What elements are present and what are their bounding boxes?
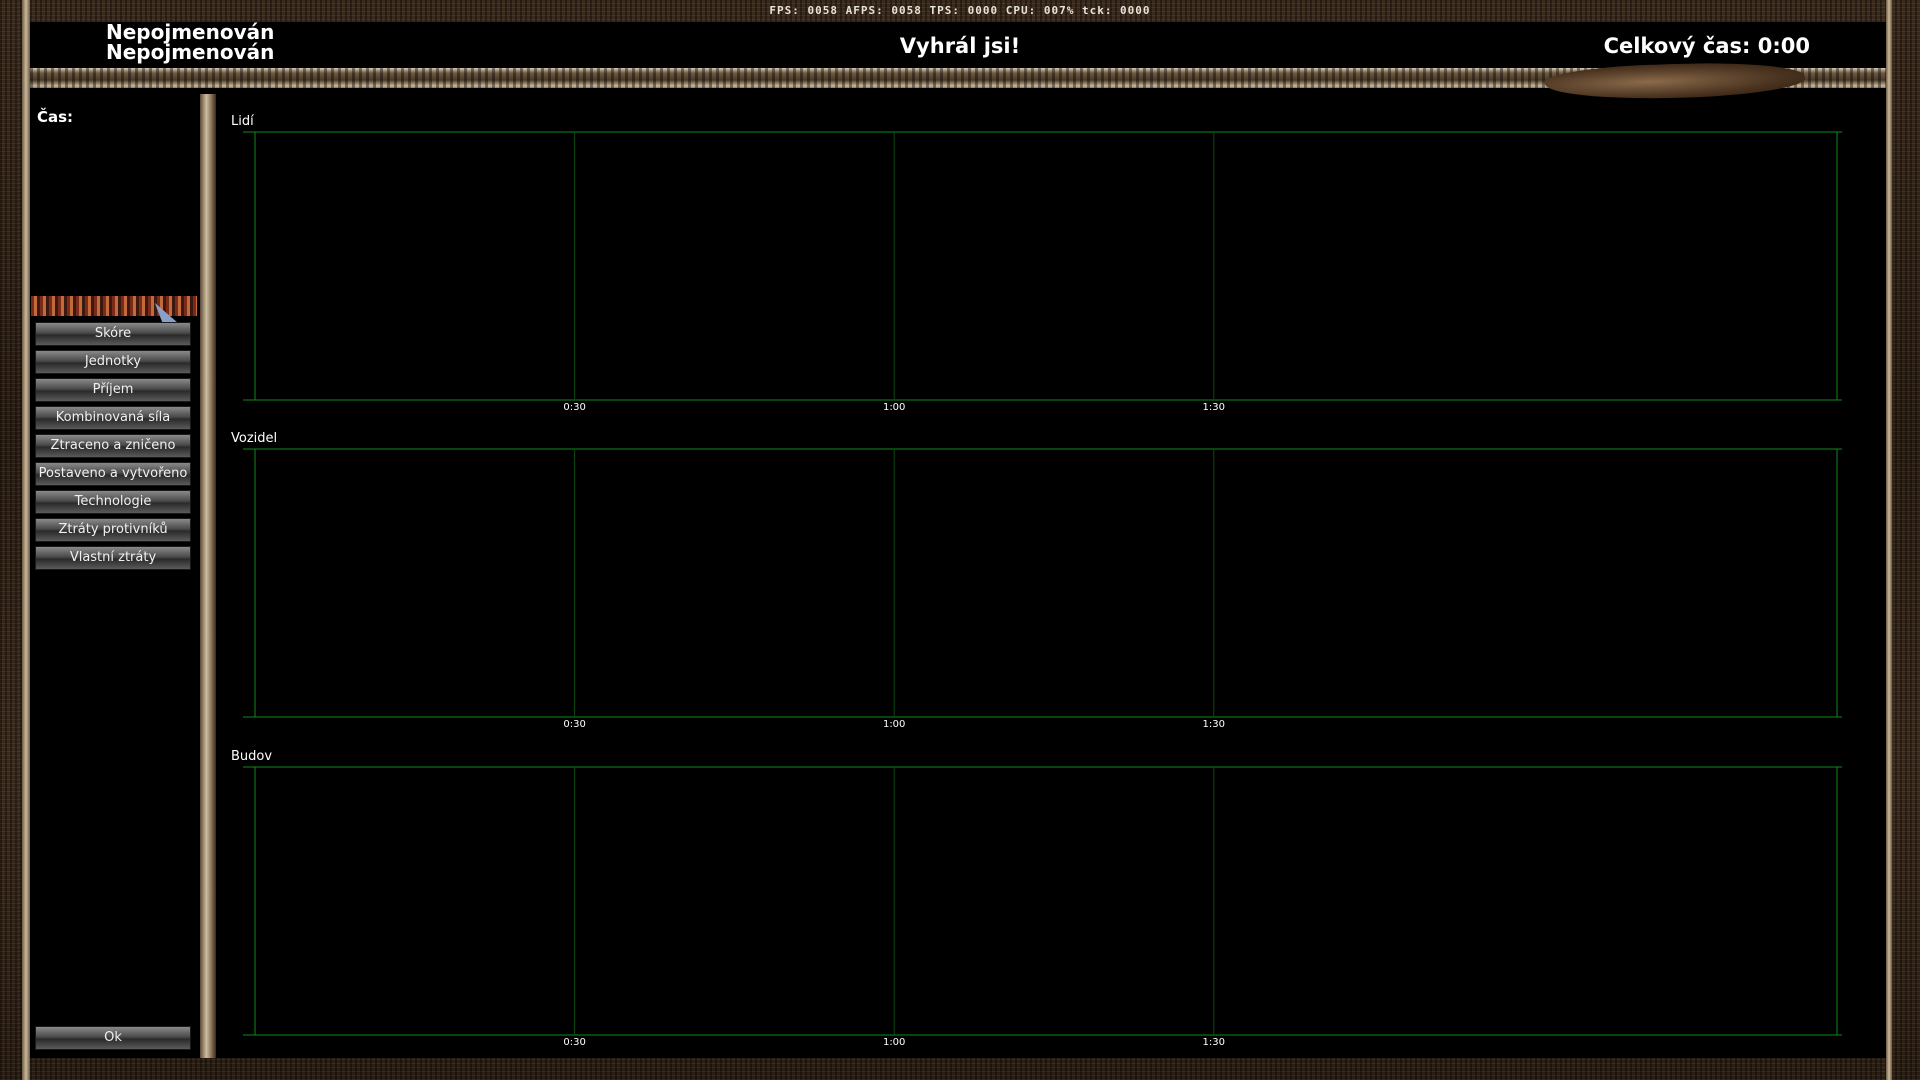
total-time: Celkový čas: 0:00 [1603,34,1810,58]
menu-button-enemy-losses[interactable]: Ztráty protivníků [35,518,191,542]
x-tick-label: 0:30 [563,1037,585,1048]
stats-menu: Skóre Jednotky Příjem Kombinovaná síla Z… [35,322,191,574]
graph-vehicles: Vozidel 0:30 1:00 1:30 [230,431,1846,731]
menu-button-combined-strength[interactable]: Kombinovaná síla [35,406,191,430]
menu-button-own-losses[interactable]: Vlastní ztráty [35,546,191,570]
menu-button-score[interactable]: Skóre [35,322,191,346]
x-tick-label: 1:00 [883,719,905,730]
x-tick-label: 1:00 [883,1037,905,1048]
ok-button[interactable]: Ok [35,1026,191,1050]
x-tick-label: 1:30 [1203,402,1225,413]
menu-button-built-created[interactable]: Postaveno a vytvořeno [35,462,191,486]
frame-edge-right [1886,0,1892,1080]
menu-button-units[interactable]: Jednotky [35,350,191,374]
menu-button-lost-destroyed[interactable]: Ztraceno a zničeno [35,434,191,458]
frame-edge-left [22,0,30,1080]
sidebar-divider [200,94,216,1058]
x-tick-label: 1:30 [1203,1037,1225,1048]
menu-button-technology[interactable]: Technologie [35,490,191,514]
graph-vehicles-svg: 0:30 1:00 1:30 [243,448,1842,730]
graph-buildings-svg: 0:30 1:00 1:30 [243,766,1842,1048]
menu-button-income[interactable]: Příjem [35,378,191,402]
x-tick-label: 1:30 [1203,719,1225,730]
fps-readout: FPS: 0058 AFPS: 0058 TPS: 0000 CPU: 007%… [769,4,1151,17]
graph-people: Lidí 0:30 1:00 1:30 [230,114,1846,414]
graph-people-svg: 0:30 1:00 1:30 [243,131,1842,413]
graph-buildings: Budov 0:30 1:00 1:30 [230,749,1846,1049]
x-tick-label: 0:30 [563,719,585,730]
time-label: Čas: [37,108,74,126]
x-tick-label: 1:00 [883,402,905,413]
x-tick-label: 0:30 [563,402,585,413]
